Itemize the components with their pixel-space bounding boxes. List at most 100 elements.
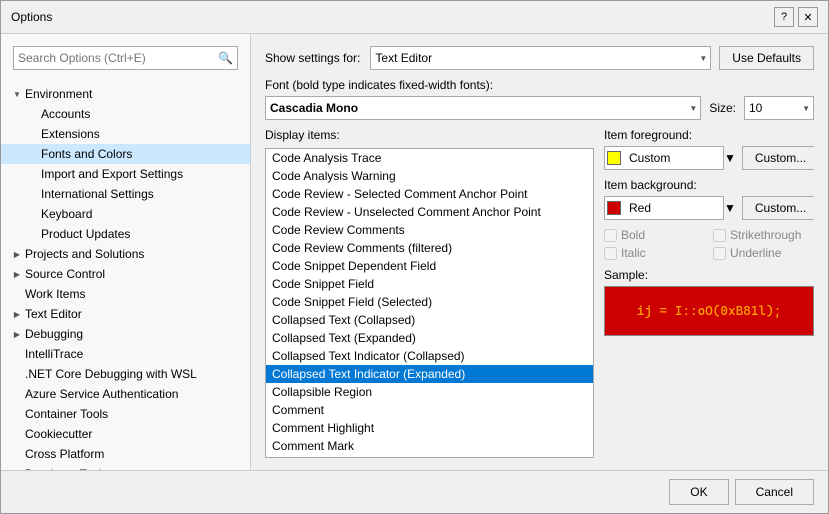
content-area: Display items: Code Analysis Trace Code … — [265, 128, 814, 458]
spacer — [25, 126, 41, 142]
sidebar-item-cookiecutter[interactable]: Cookiecutter — [1, 424, 250, 444]
expand-icon: ▶ — [9, 326, 25, 342]
search-box: 🔍 — [13, 46, 238, 70]
right-panel: Show settings for: Text Editor Environme… — [251, 34, 828, 470]
list-item-selected[interactable]: Collapsed Text Indicator (Expanded) — [266, 365, 593, 383]
sidebar-item-label: Accounts — [41, 107, 90, 121]
list-item[interactable]: Code Review - Selected Comment Anchor Po… — [266, 185, 593, 203]
sidebar-item-azure-auth[interactable]: Azure Service Authentication — [1, 384, 250, 404]
text-style-section: Bold Strikethrough Italic Underline — [604, 228, 814, 260]
sidebar-item-cross-platform[interactable]: Cross Platform — [1, 444, 250, 464]
item-background-control: Red Custom Automatic Black White ▼ Custo… — [604, 196, 814, 220]
search-input[interactable] — [18, 51, 218, 65]
italic-checkbox[interactable] — [604, 247, 617, 260]
list-item[interactable]: Compiler Error — [266, 455, 593, 458]
font-select-wrapper: Cascadia Mono Consolas Courier New ▼ — [265, 96, 701, 120]
list-item[interactable]: Collapsible Region — [266, 383, 593, 401]
list-item[interactable]: Code Snippet Field — [266, 275, 593, 293]
sample-text: ij = I::oO(0xB81l); — [637, 304, 782, 319]
dialog-title: Options — [11, 10, 52, 24]
list-item[interactable]: Collapsed Text Indicator (Collapsed) — [266, 347, 593, 365]
spacer — [25, 206, 41, 222]
sidebar-item-international[interactable]: International Settings — [1, 184, 250, 204]
sidebar-item-label: Cross Platform — [25, 447, 104, 461]
item-background-section: Item background: Red Custom Automatic Bl… — [604, 178, 814, 220]
underline-label: Underline — [730, 246, 781, 260]
strikethrough-label: Strikethrough — [730, 228, 801, 242]
sidebar-item-keyboard[interactable]: Keyboard — [1, 204, 250, 224]
sidebar-item-import-export[interactable]: Import and Export Settings — [1, 164, 250, 184]
list-item[interactable]: Code Review Comments (filtered) — [266, 239, 593, 257]
sidebar-item-accounts[interactable]: Accounts — [1, 104, 250, 124]
sidebar-item-label: Extensions — [41, 127, 100, 141]
sample-box: ij = I::oO(0xB81l); — [604, 286, 814, 336]
list-item[interactable]: Code Analysis Warning — [266, 167, 593, 185]
spacer — [25, 146, 41, 162]
settings-for-label: Show settings for: — [265, 51, 360, 65]
cancel-button[interactable]: Cancel — [735, 479, 814, 505]
list-item[interactable]: Comment Highlight — [266, 419, 593, 437]
sidebar-item-label: Azure Service Authentication — [25, 387, 178, 401]
sidebar-item-extensions[interactable]: Extensions — [1, 124, 250, 144]
sidebar-item-label: Source Control — [25, 267, 105, 281]
list-item[interactable]: Code Snippet Field (Selected) — [266, 293, 593, 311]
spacer — [25, 186, 41, 202]
list-item[interactable]: Collapsed Text (Collapsed) — [266, 311, 593, 329]
settings-for-select[interactable]: Text Editor Environment All Languages — [370, 46, 711, 70]
bold-label: Bold — [621, 228, 645, 242]
list-item[interactable]: Comment Mark — [266, 437, 593, 455]
size-select[interactable]: 8 9 10 11 12 14 — [744, 96, 814, 120]
sidebar-item-debugging[interactable]: ▶ Debugging — [1, 324, 250, 344]
item-foreground-label: Item foreground: — [604, 128, 814, 142]
list-item[interactable]: Code Snippet Dependent Field — [266, 257, 593, 275]
sidebar-item-text-editor[interactable]: ▶ Text Editor — [1, 304, 250, 324]
item-foreground-section: Item foreground: Custom Automatic Black … — [604, 128, 814, 170]
sidebar-item-label: Cookiecutter — [25, 427, 92, 441]
bold-checkbox-item: Bold — [604, 228, 705, 242]
tree-container: ▼ Environment Accounts Extensions Fonts … — [1, 82, 250, 470]
sidebar-item-label: .NET Core Debugging with WSL — [25, 367, 197, 381]
font-select[interactable]: Cascadia Mono Consolas Courier New — [265, 96, 701, 120]
sidebar-item-product-updates[interactable]: Product Updates — [1, 224, 250, 244]
display-items-label: Display items: — [265, 128, 594, 142]
sidebar-item-container-tools[interactable]: Container Tools — [1, 404, 250, 424]
use-defaults-button[interactable]: Use Defaults — [719, 46, 814, 70]
sidebar-item-fonts-colors[interactable]: Fonts and Colors — [1, 144, 250, 164]
list-item[interactable]: Comment — [266, 401, 593, 419]
sidebar-item-projects-solutions[interactable]: ▶ Projects and Solutions — [1, 244, 250, 264]
expand-icon: ▶ — [9, 306, 25, 322]
italic-label: Italic — [621, 246, 646, 260]
list-item[interactable]: Collapsed Text (Expanded) — [266, 329, 593, 347]
strikethrough-checkbox[interactable] — [713, 229, 726, 242]
sidebar-item-source-control[interactable]: ▶ Source Control — [1, 264, 250, 284]
display-items-list[interactable]: Code Analysis Trace Code Analysis Warnin… — [265, 148, 594, 458]
dialog-footer: OK Cancel — [1, 470, 828, 513]
sidebar-item-label: Keyboard — [41, 207, 92, 221]
title-bar: Options ? ✕ — [1, 1, 828, 34]
sidebar-item-label: Product Updates — [41, 227, 130, 241]
list-item[interactable]: Code Review - Unselected Comment Anchor … — [266, 203, 593, 221]
foreground-select[interactable]: Custom Automatic Black White — [604, 146, 724, 170]
sidebar-item-work-items[interactable]: Work Items — [1, 284, 250, 304]
dialog-body: 🔍 ▼ Environment Accounts Extensions — [1, 34, 828, 470]
sidebar-item-environment[interactable]: ▼ Environment — [1, 84, 250, 104]
underline-checkbox-item: Underline — [713, 246, 814, 260]
strikethrough-checkbox-item: Strikethrough — [713, 228, 814, 242]
background-custom-button[interactable]: Custom... — [742, 196, 814, 220]
list-item[interactable]: Code Review Comments — [266, 221, 593, 239]
list-item[interactable]: Code Analysis Trace — [266, 149, 593, 167]
spacer — [9, 446, 25, 462]
foreground-custom-button[interactable]: Custom... — [742, 146, 814, 170]
bold-checkbox[interactable] — [604, 229, 617, 242]
foreground-select-wrapper: Custom Automatic Black White ▼ — [604, 146, 736, 170]
sidebar-item-net-core[interactable]: .NET Core Debugging with WSL — [1, 364, 250, 384]
ok-button[interactable]: OK — [669, 479, 728, 505]
spacer — [25, 226, 41, 242]
help-button[interactable]: ? — [774, 7, 794, 27]
settings-for-row: Show settings for: Text Editor Environme… — [265, 46, 814, 70]
close-button[interactable]: ✕ — [798, 7, 818, 27]
underline-checkbox[interactable] — [713, 247, 726, 260]
sidebar-item-label: Text Editor — [25, 307, 82, 321]
background-select[interactable]: Red Custom Automatic Black White — [604, 196, 724, 220]
sidebar-item-intellitrace[interactable]: IntelliTrace — [1, 344, 250, 364]
